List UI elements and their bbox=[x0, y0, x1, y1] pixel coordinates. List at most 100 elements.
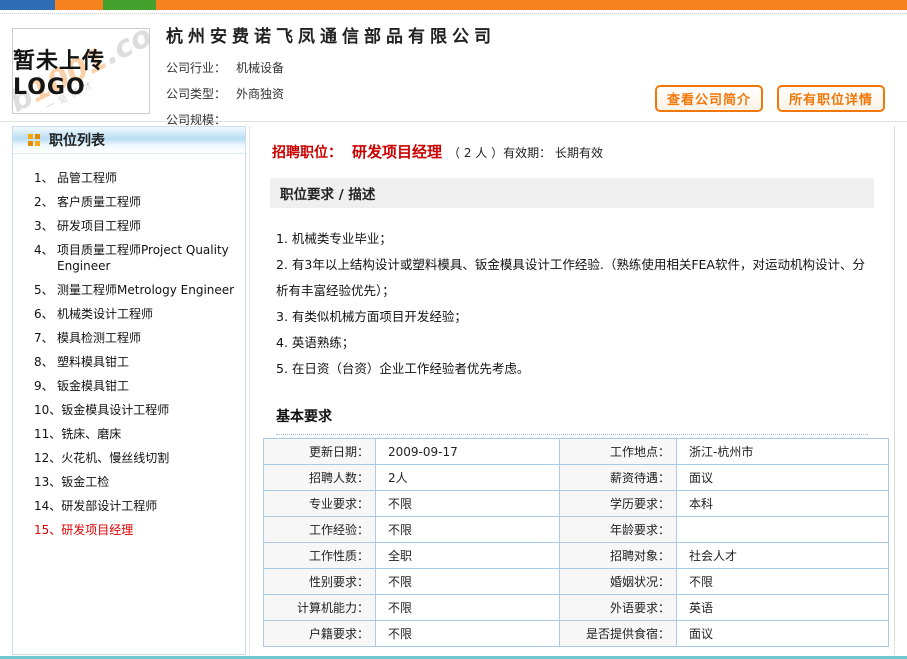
item-label: 铣床、磨床 bbox=[61, 426, 241, 442]
basics-value: 面议 bbox=[677, 621, 889, 647]
item-label: 钣金工检 bbox=[61, 474, 241, 490]
requirement-line: 5. 在日资（台资）企业工作经验者优先考虑。 bbox=[276, 356, 866, 382]
basics-label: 工作性质： bbox=[264, 543, 376, 569]
basics-label: 外语要求： bbox=[560, 595, 677, 621]
basics-label: 工作经验： bbox=[264, 517, 376, 543]
basics-value bbox=[677, 517, 889, 543]
sidebar-item-job-3[interactable]: 3、研发项目工程师 bbox=[13, 214, 241, 238]
table-row: 更新日期： 2009-09-17 工作地点： 浙江-杭州市 bbox=[264, 439, 889, 465]
item-label: 研发部设计工程师 bbox=[61, 498, 241, 514]
item-number: 8、 bbox=[13, 354, 57, 370]
item-number: 9、 bbox=[13, 378, 57, 394]
topbar-orange-segment-2 bbox=[156, 0, 907, 10]
sidebar-item-job-2[interactable]: 2、客户质量工程师 bbox=[13, 190, 241, 214]
basics-label: 性别要求： bbox=[264, 569, 376, 595]
item-label: 测量工程师Metrology Engineer bbox=[57, 282, 241, 298]
company-size-label: 公司规模： bbox=[166, 113, 226, 127]
basics-value: 不限 bbox=[376, 517, 560, 543]
item-label: 研发项目工程师 bbox=[57, 218, 241, 234]
sidebar-item-job-12[interactable]: 12、火花机、慢丝线切割 bbox=[13, 446, 241, 470]
table-row: 招聘人数： 2人 薪资待遇： 面议 bbox=[264, 465, 889, 491]
item-label: 品管工程师 bbox=[57, 170, 241, 186]
company-header: job1001.com 一览英才 暂未上传LOGO 杭州安费诺飞凤通信部品有限公… bbox=[0, 14, 907, 122]
basics-label: 招聘对象： bbox=[560, 543, 677, 569]
item-label: 模具检测工程师 bbox=[57, 330, 241, 346]
company-industry-label: 公司行业： bbox=[166, 61, 226, 75]
job-title: 研发项目经理 bbox=[352, 143, 442, 161]
sidebar-item-job-11[interactable]: 11、铣床、磨床 bbox=[13, 422, 241, 446]
item-number: 14、 bbox=[13, 498, 61, 514]
item-label: 钣金模具钳工 bbox=[57, 378, 241, 394]
sidebar-item-job-10[interactable]: 10、钣金模具设计工程师 bbox=[13, 398, 241, 422]
basics-value: 不限 bbox=[677, 569, 889, 595]
job-list-panel: 职位列表 1、品管工程师 2、客户质量工程师 3、研发项目工程师 4、项目质量工… bbox=[12, 126, 246, 655]
job-description: 1. 机械类专业毕业； 2. 有3年以上结构设计或塑料模具、钣金模具设计工作经验… bbox=[276, 226, 866, 382]
sidebar-item-job-9[interactable]: 9、钣金模具钳工 bbox=[13, 374, 241, 398]
sidebar-item-job-8[interactable]: 8、塑料模具钳工 bbox=[13, 350, 241, 374]
job-list-title: 职位列表 bbox=[49, 130, 105, 150]
top-color-bar bbox=[0, 0, 907, 10]
validity-value: 长期有效 bbox=[555, 146, 603, 160]
basic-requirements-table: 更新日期： 2009-09-17 工作地点： 浙江-杭州市 招聘人数： 2人 薪… bbox=[263, 438, 889, 647]
item-number: 10、 bbox=[13, 402, 61, 418]
basics-label: 工作地点： bbox=[560, 439, 677, 465]
recruiting-position-label: 招聘职位： bbox=[272, 145, 342, 161]
item-label: 塑料模具钳工 bbox=[57, 354, 241, 370]
item-number: 4、 bbox=[13, 242, 57, 274]
basics-label: 婚姻状况： bbox=[560, 569, 677, 595]
basics-value: 2人 bbox=[376, 465, 560, 491]
basics-value: 社会人才 bbox=[677, 543, 889, 569]
topbar-blue-segment bbox=[0, 0, 55, 10]
sidebar-item-job-5[interactable]: 5、测量工程师Metrology Engineer bbox=[13, 278, 241, 302]
basics-value: 浙江-杭州市 bbox=[677, 439, 889, 465]
topbar-green-segment bbox=[103, 0, 156, 10]
item-number: 11、 bbox=[13, 426, 61, 442]
basics-value: 面议 bbox=[677, 465, 889, 491]
item-label: 机械类设计工程师 bbox=[57, 306, 241, 322]
sidebar-item-job-14[interactable]: 14、研发部设计工程师 bbox=[13, 494, 241, 518]
basics-value: 2009-09-17 bbox=[376, 439, 560, 465]
item-number: 5、 bbox=[13, 282, 57, 298]
all-jobs-detail-button[interactable]: 所有职位详情 bbox=[777, 85, 885, 112]
sidebar-item-job-13[interactable]: 13、钣金工检 bbox=[13, 470, 241, 494]
sidebar-item-job-7[interactable]: 7、模具检测工程师 bbox=[13, 326, 241, 350]
item-number: 7、 bbox=[13, 330, 57, 346]
basics-value: 不限 bbox=[376, 569, 560, 595]
company-type-value: 外商独资 bbox=[236, 87, 284, 101]
requirement-line: 1. 机械类专业毕业； bbox=[276, 226, 866, 252]
item-label: 客户质量工程师 bbox=[57, 194, 241, 210]
job-headcount: （ 2 人 ） bbox=[448, 146, 503, 160]
item-number: 1、 bbox=[13, 170, 57, 186]
job-list: 1、品管工程师 2、客户质量工程师 3、研发项目工程师 4、项目质量工程师Pro… bbox=[13, 154, 245, 542]
basics-label: 专业要求： bbox=[264, 491, 376, 517]
grid-icon bbox=[28, 134, 40, 146]
basics-label: 年龄要求： bbox=[560, 517, 677, 543]
basic-requirements-header: 基本要求 bbox=[276, 406, 868, 435]
table-row: 性别要求： 不限 婚姻状况： 不限 bbox=[264, 569, 889, 595]
table-row: 工作性质： 全职 招聘对象： 社会人才 bbox=[264, 543, 889, 569]
sidebar-item-job-1[interactable]: 1、品管工程师 bbox=[13, 166, 241, 190]
sidebar-item-job-6[interactable]: 6、机械类设计工程师 bbox=[13, 302, 241, 326]
item-label: 项目质量工程师Project Quality Engineer bbox=[57, 242, 241, 274]
company-type-row: 公司类型：外商独资 bbox=[166, 81, 496, 107]
item-number: 15、 bbox=[13, 522, 61, 538]
sidebar-item-job-4[interactable]: 4、项目质量工程师Project Quality Engineer bbox=[13, 238, 241, 278]
basics-label: 招聘人数： bbox=[264, 465, 376, 491]
company-size-row: 公司规模： bbox=[166, 107, 496, 133]
basics-label: 更新日期： bbox=[264, 439, 376, 465]
basics-label: 是否提供食宿： bbox=[560, 621, 677, 647]
requirements-section-header: 职位要求 / 描述 bbox=[270, 178, 874, 208]
basics-label: 薪资待遇： bbox=[560, 465, 677, 491]
basics-value: 英语 bbox=[677, 595, 889, 621]
table-row: 户籍要求： 不限 是否提供食宿： 面议 bbox=[264, 621, 889, 647]
view-company-profile-button[interactable]: 查看公司简介 bbox=[655, 85, 763, 112]
requirement-line: 3. 有类似机械方面项目开发经验； bbox=[276, 304, 866, 330]
requirement-line: 2. 有3年以上结构设计或塑料模具、钣金模具设计工作经验.（熟练使用相关FEA软… bbox=[276, 252, 866, 304]
basics-value: 本科 bbox=[677, 491, 889, 517]
item-label: 火花机、慢丝线切割 bbox=[61, 450, 241, 466]
item-number: 12、 bbox=[13, 450, 61, 466]
company-name: 杭州安费诺飞凤通信部品有限公司 bbox=[166, 22, 496, 47]
table-row: 计算机能力： 不限 外语要求： 英语 bbox=[264, 595, 889, 621]
sidebar-item-job-15-active[interactable]: 15、研发项目经理 bbox=[13, 518, 241, 542]
basics-label: 学历要求： bbox=[560, 491, 677, 517]
